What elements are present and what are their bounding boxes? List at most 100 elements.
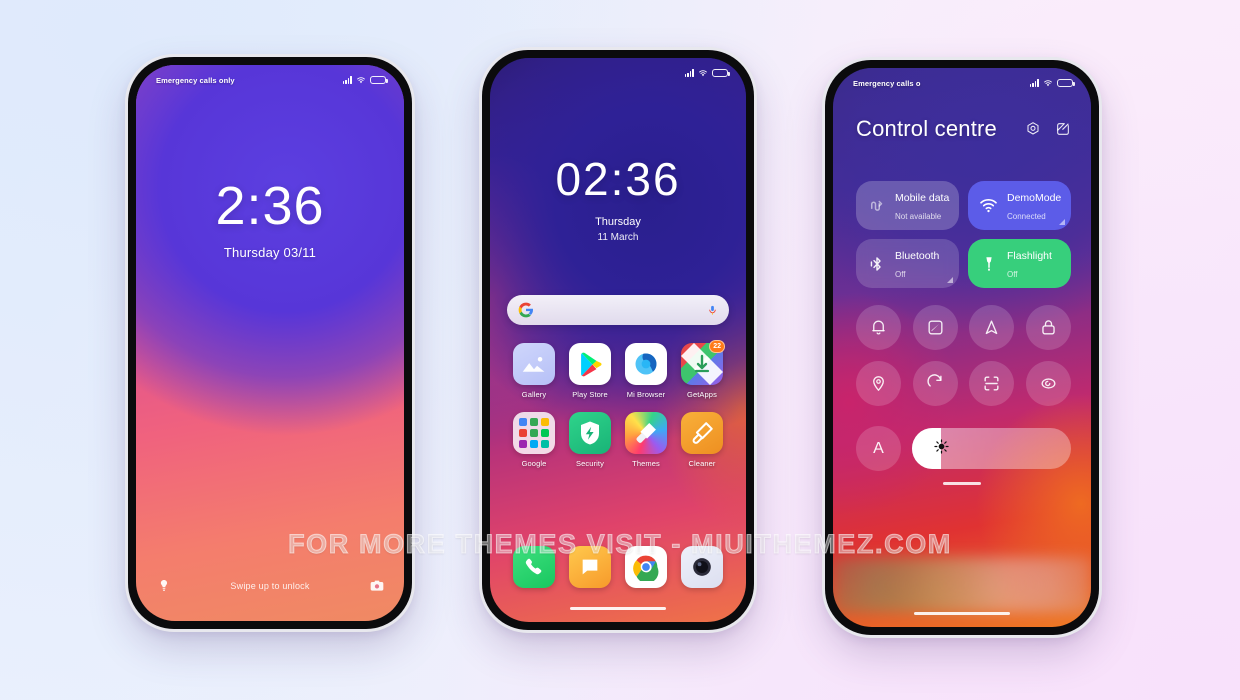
app-gallery[interactable]: Gallery [508, 343, 560, 399]
app-getapps[interactable]: 22 GetApps [676, 340, 728, 399]
settings-hex-icon[interactable] [1025, 121, 1041, 137]
flashlight-icon[interactable] [154, 577, 173, 596]
cleaner-icon [681, 412, 723, 454]
status-icons [684, 68, 730, 78]
chrome-icon [625, 546, 667, 588]
tile-row: Mobile data Not available DemoMode Conne… [856, 181, 1071, 230]
tile-subtitle: Connected [1007, 211, 1046, 221]
app-row: Gallery Play Store Mi Browser 22 GetApps [502, 340, 734, 399]
wifi-icon [698, 69, 708, 77]
tile-row: Bluetooth Off Flashlight Off [856, 239, 1071, 288]
signal-bars-icon [684, 69, 694, 77]
lock-time: 2:36 [215, 176, 325, 236]
play-store-icon [569, 343, 611, 385]
home-day: Thursday [595, 216, 641, 228]
dock-chrome[interactable] [620, 546, 672, 588]
themes-icon [625, 412, 667, 454]
app-themes[interactable]: Themes [620, 412, 672, 468]
dock-camera[interactable] [676, 546, 728, 588]
home-screen: 02:36 Thursday 11 March Gallery Play Sto… [490, 58, 746, 622]
tile-subtitle: Off [1007, 269, 1018, 279]
header-actions [1025, 121, 1071, 137]
screen-lock-icon[interactable] [1025, 305, 1071, 350]
auto-brightness-button[interactable]: A [856, 426, 901, 471]
camera-app-icon [681, 546, 723, 588]
dock-messages[interactable] [564, 546, 616, 588]
messages-icon [569, 546, 611, 588]
eye-comfort-icon[interactable] [1025, 361, 1071, 406]
tile-subtitle: Off [895, 269, 906, 279]
toggle-row [856, 361, 1071, 406]
flashlight-tile-icon [979, 254, 998, 273]
lock-status-bar: Emergency calls only [136, 65, 404, 95]
lock-hint-label: Swipe up to unlock [230, 581, 310, 591]
navigation-arrow-icon[interactable] [969, 305, 1015, 350]
lock-wallpaper [136, 65, 404, 621]
phone-lock-screen: Emergency calls only 2:36 Thursday 03/11… [125, 54, 415, 632]
app-google-folder[interactable]: Google [508, 412, 560, 468]
notes-edit-icon[interactable] [912, 305, 958, 350]
wifi-icon [1043, 79, 1053, 87]
lock-date: Thursday 03/11 [223, 245, 317, 260]
battery-icon [1057, 78, 1075, 88]
bluetooth-icon [867, 254, 886, 273]
scanner-icon[interactable] [969, 361, 1015, 406]
microphone-icon[interactable] [707, 303, 718, 318]
search-input[interactable] [507, 295, 729, 325]
tile-bluetooth[interactable]: Bluetooth Off [856, 239, 959, 288]
lock-screen: Emergency calls only 2:36 Thursday 03/11… [136, 65, 404, 621]
location-pin-icon[interactable] [856, 361, 901, 406]
home-clock-widget[interactable]: 02:36 Thursday 11 March [490, 156, 746, 243]
home-date: 11 March [597, 232, 639, 243]
silent-bell-icon[interactable] [856, 305, 901, 350]
phone-control-centre: Emergency calls o Control centre Mobile … [822, 57, 1102, 638]
status-icons [342, 75, 388, 85]
app-security[interactable]: Security [564, 412, 616, 468]
mobile-data-icon [867, 196, 886, 215]
page-title: Control centre [856, 116, 997, 141]
tile-wifi-demomode[interactable]: DemoMode Connected [968, 181, 1071, 230]
home-gesture-bar[interactable] [570, 606, 666, 610]
lock-clock: 2:36 Thursday 03/11 [136, 179, 404, 260]
home-time: 02:36 [555, 153, 681, 205]
app-mi-browser[interactable]: Mi Browser [620, 343, 672, 399]
toggle-row [856, 305, 1071, 350]
tile-subtitle: Not available [895, 211, 942, 221]
app-play-store[interactable]: Play Store [564, 343, 616, 399]
control-centre-header: Control centre [856, 116, 1071, 142]
mi-browser-icon [625, 343, 667, 385]
auto-rotate-icon[interactable] [912, 361, 958, 406]
tile-text: Mobile data Not available [895, 188, 949, 224]
tile-expand-corner[interactable] [1059, 219, 1065, 225]
lock-footer: Swipe up to unlock [136, 575, 404, 597]
wifi-icon [356, 76, 366, 84]
edit-icon[interactable] [1055, 121, 1071, 137]
tile-flashlight[interactable]: Flashlight Off [968, 239, 1071, 288]
phone-icon [513, 546, 555, 588]
brightness-slider[interactable] [912, 428, 1071, 469]
tile-mobile-data[interactable]: Mobile data Not available [856, 181, 959, 230]
control-centre-screen: Emergency calls o Control centre Mobile … [833, 68, 1091, 627]
app-grid: Gallery Play Store Mi Browser 22 GetApps… [502, 340, 734, 481]
app-label: GetApps [687, 390, 717, 399]
google-folder-icon [513, 412, 555, 454]
home-gesture-bar[interactable] [914, 611, 1010, 615]
carrier-label: Emergency calls only [156, 75, 235, 85]
tile-text: Flashlight Off [1007, 246, 1060, 282]
camera-icon[interactable] [367, 577, 386, 596]
carrier-label: Emergency calls o [853, 78, 921, 88]
tile-text: Bluetooth Off [895, 246, 948, 282]
round-toggles [856, 305, 1071, 417]
battery-icon [712, 68, 730, 78]
app-label: Security [576, 459, 604, 468]
tile-title: DemoMode [1007, 191, 1062, 204]
app-cleaner[interactable]: Cleaner [676, 412, 728, 468]
tile-title: Flashlight [1007, 249, 1052, 262]
cc-status-bar: Emergency calls o [833, 68, 1091, 98]
gallery-icon [513, 343, 555, 385]
control-centre-drag-handle[interactable] [943, 482, 981, 486]
home-wallpaper [490, 58, 746, 622]
getapps-badge: 22 [709, 340, 725, 353]
dock-phone[interactable] [508, 546, 560, 588]
tile-expand-corner[interactable] [947, 277, 953, 283]
